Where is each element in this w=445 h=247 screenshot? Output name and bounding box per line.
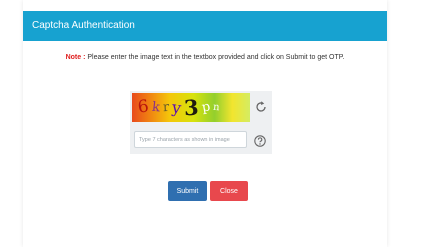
captcha-char: k <box>151 99 161 116</box>
close-button[interactable]: Close <box>210 181 248 201</box>
captcha-char: 6 <box>136 96 151 118</box>
refresh-icon[interactable] <box>254 100 268 114</box>
captcha-modal: Captcha Authentication Note : Please ent… <box>23 0 387 247</box>
note-label: Note : <box>65 54 86 61</box>
help-icon[interactable] <box>254 134 266 147</box>
captcha-input[interactable] <box>134 131 247 148</box>
captcha-char: n <box>212 101 220 113</box>
submit-button[interactable]: Submit <box>168 181 207 201</box>
note-text: Please enter the image text in the textb… <box>87 54 345 61</box>
captcha-char: 3 <box>183 94 200 121</box>
captcha-panel: 6 k r y 3 p n <box>130 91 272 154</box>
captcha-char: r <box>162 99 170 116</box>
modal-title: Captcha Authentication <box>23 11 387 41</box>
captcha-char: y <box>170 96 183 118</box>
instruction-note: Note : Please enter the image text in th… <box>23 54 387 61</box>
captcha-image: 6 k r y 3 p n <box>132 93 250 122</box>
captcha-char: p <box>200 99 212 116</box>
